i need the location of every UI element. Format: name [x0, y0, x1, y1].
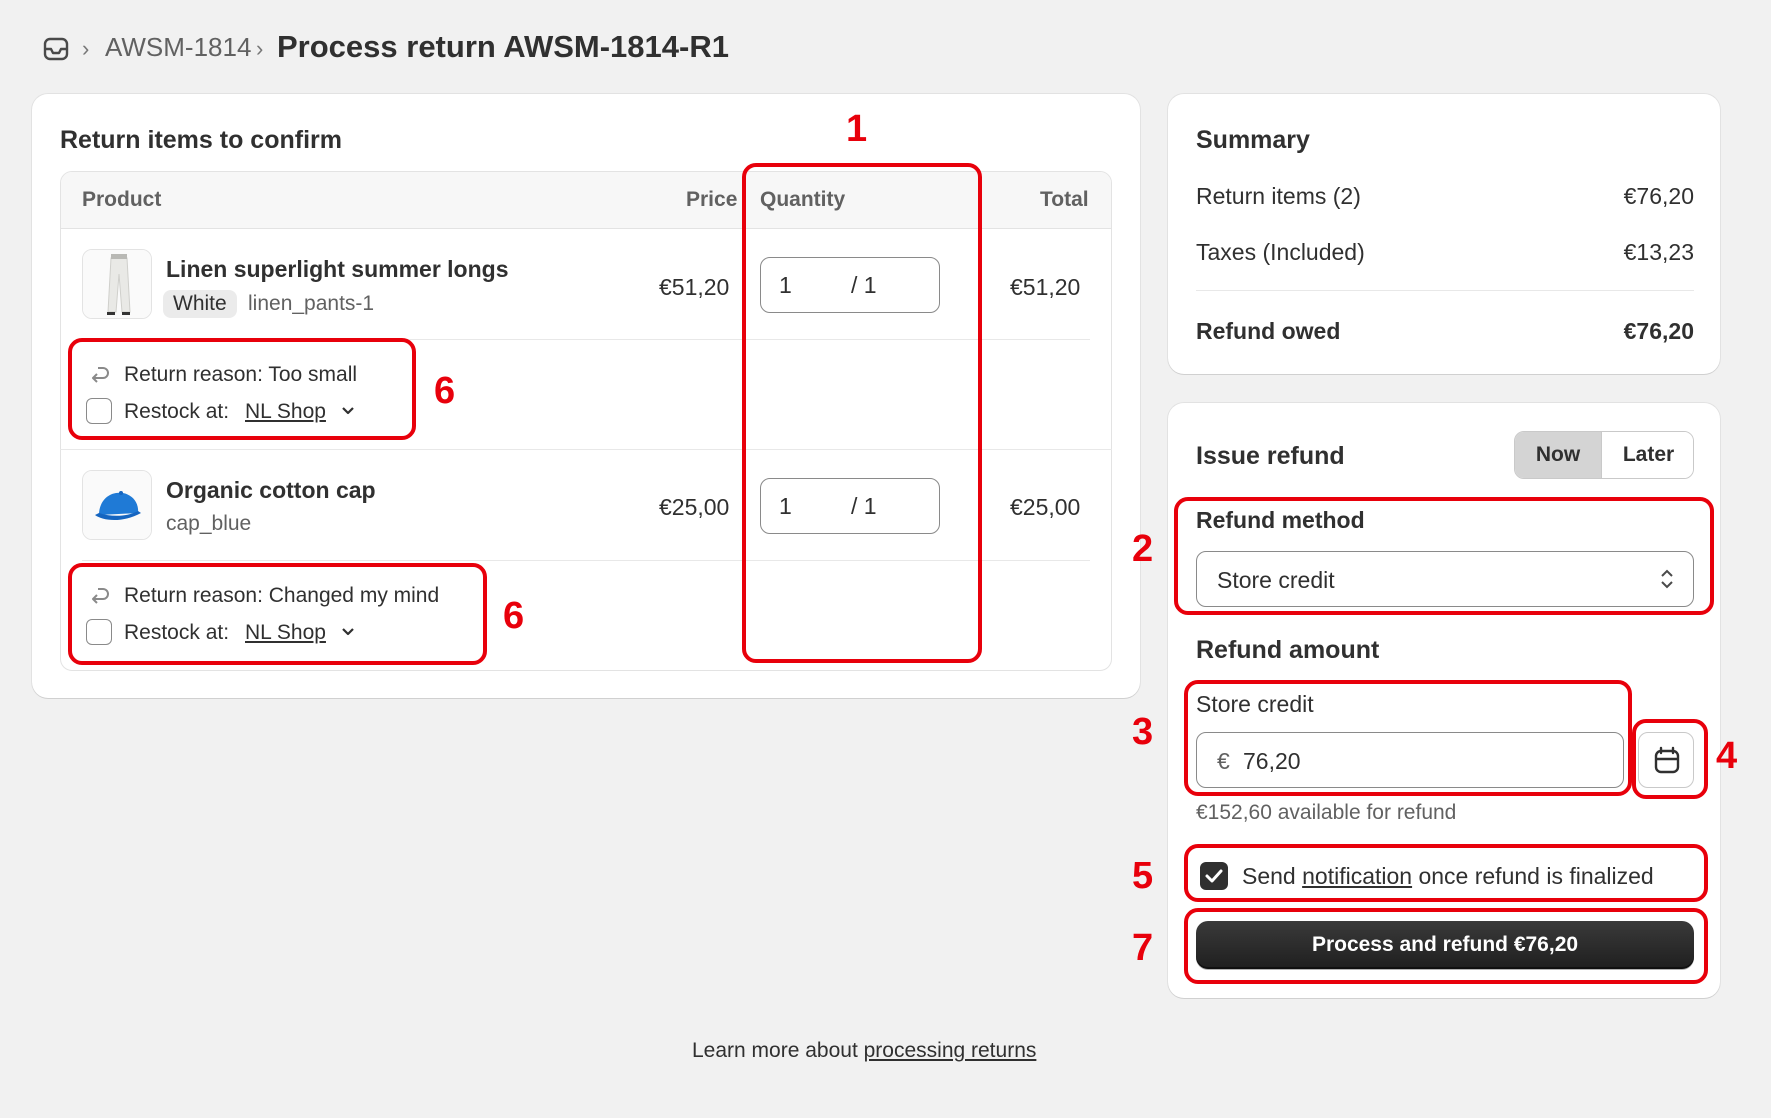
orders-inbox-icon[interactable]: [43, 36, 69, 62]
breadcrumb-order-link[interactable]: AWSM-1814: [105, 32, 251, 63]
annotation-number-7: 7: [1132, 927, 1154, 969]
product-name: Organic cotton cap: [166, 477, 376, 503]
product-name: Linen superlight summer longs: [166, 256, 509, 282]
product-thumbnail-linen-pants[interactable]: [82, 249, 152, 319]
summary-row-value: €13,23: [1623, 239, 1694, 265]
annotation-number-6: 6: [503, 595, 525, 637]
annotation-box-refund-method: [1174, 497, 1714, 615]
item-total: €51,20: [1010, 274, 1081, 300]
summary-row-value: €76,20: [1623, 183, 1694, 209]
product-sku: cap_blue: [166, 512, 252, 535]
toggle-now-button[interactable]: Now: [1515, 432, 1601, 478]
summary-row-label: Taxes (Included): [1196, 239, 1365, 265]
breadcrumb-separator: ›: [256, 36, 264, 61]
annotation-number-6: 6: [434, 370, 456, 412]
product-thumbnail-cotton-cap[interactable]: [82, 470, 152, 540]
return-items-title: Return items to confirm: [60, 126, 342, 154]
variant-badge: White: [163, 290, 237, 318]
item-price: €51,20: [659, 274, 730, 300]
item-price: €25,00: [659, 494, 730, 520]
summary-divider: [1196, 290, 1694, 291]
annotation-number-4: 4: [1716, 735, 1738, 777]
breadcrumb-separator: ›: [82, 36, 90, 61]
summary-row-label: Return items (2): [1196, 183, 1361, 209]
toggle-later-button[interactable]: Later: [1601, 432, 1693, 478]
product-sku: linen_pants-1: [248, 292, 375, 315]
annotation-number-5: 5: [1132, 855, 1154, 897]
annotation-number-2: 2: [1132, 528, 1154, 570]
annotation-number-3: 3: [1132, 711, 1154, 753]
footer-prefix: Learn more about: [692, 1039, 858, 1062]
processing-returns-link[interactable]: processing returns: [864, 1039, 1037, 1062]
annotation-box-reason-2: [68, 563, 487, 665]
annotation-box-notification: [1184, 844, 1708, 902]
available-for-refund-text: €152,60 available for refund: [1196, 801, 1457, 824]
annotation-box-reason-1: [68, 338, 416, 440]
annotation-number-1: 1: [846, 108, 868, 150]
annotation-box-store-credit: [1184, 680, 1632, 796]
refund-amount-title: Refund amount: [1196, 636, 1380, 664]
page-title: Process return AWSM-1814-R1: [277, 29, 729, 64]
refund-timing-toggle: Now Later: [1514, 431, 1694, 479]
footer-help: Learn more about processing returns: [692, 1039, 1036, 1063]
annotation-box-calendar: [1632, 719, 1708, 799]
refund-owed-label: Refund owed: [1196, 318, 1341, 344]
summary-title: Summary: [1196, 126, 1310, 154]
annotation-box-submit: [1184, 908, 1708, 984]
column-header-total: Total: [1040, 188, 1089, 211]
item-total: €25,00: [1010, 494, 1081, 520]
column-header-product: Product: [82, 188, 162, 211]
annotation-box-quantity: [742, 163, 982, 663]
refund-owed-value: €76,20: [1623, 318, 1694, 344]
column-header-price: Price: [686, 188, 738, 211]
issue-refund-title: Issue refund: [1196, 442, 1345, 470]
